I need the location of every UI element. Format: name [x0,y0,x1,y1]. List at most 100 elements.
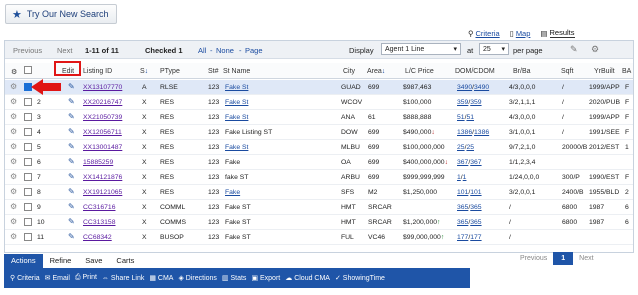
row-menu-gear-icon[interactable]: ⚙ [10,127,17,136]
table-row[interactable]: ⚙✎1XX13107770ARLSE123Fake StGUAD699$987,… [5,80,633,95]
col-yrbuilt[interactable]: YrBuilt [594,68,615,75]
settings-gear-icon[interactable]: ⚙ [591,44,599,55]
row-menu-gear-icon[interactable]: ⚙ [10,82,17,91]
cell-id[interactable]: XX19121065 [83,189,122,196]
cdom-link[interactable]: 367 [470,159,481,166]
dom-link[interactable]: 25 [457,144,465,151]
action-export[interactable]: ▣ Export [251,274,280,282]
dom-link[interactable]: 1386 [457,129,472,136]
tab-map[interactable]: ▯ Map [510,28,531,38]
cdom-link[interactable]: 365 [470,204,481,211]
pager-page-1[interactable]: 1 [553,252,574,265]
row-menu-gear-icon[interactable]: ⚙ [10,232,17,241]
table-row[interactable]: ⚙ ✎ 5 XX13001487 X RES 123 Fake St MLBU 699 $100,0… [5,140,633,155]
pager-previous[interactable]: Previous [520,255,547,262]
table-row[interactable]: ⚙ ✎ 8 XX19121065 X RES 123 Fake SFS M2 $1,250,000 1… [5,185,633,200]
cdom-link[interactable]: 1 [463,174,467,181]
col-sqft[interactable]: Sqft [561,68,573,75]
dom-link[interactable]: 177 [457,234,468,241]
action-cloud-cma[interactable]: ☁ Cloud CMA [285,274,330,282]
col-ptype[interactable]: PType [160,68,180,75]
row-checkbox[interactable] [24,158,32,166]
select-page-link[interactable]: Page [245,46,263,55]
action-directions[interactable]: ◈ Directions [178,274,216,282]
dom-link[interactable]: 359 [457,99,468,106]
row-menu-gear-icon[interactable]: ⚙ [10,157,17,166]
select-all-link[interactable]: All [198,46,206,55]
table-row[interactable]: ⚙ ✎ 4 XX12056711 X RES 123 Fake Listing ST DOW 69… [5,125,633,140]
action-email[interactable]: ✉ Email [45,274,70,282]
col-area[interactable]: Area↓ [367,68,385,75]
row-menu-gear-icon[interactable]: ⚙ [10,202,17,211]
row-checkbox[interactable] [24,233,32,241]
cell-id[interactable]: CC313158 [83,219,116,226]
edit-pencil-icon[interactable]: ✎ [68,97,75,106]
table-row[interactable]: ⚙ ✎ 11 CC68342 X BUSOP 123 Fake ST FUL VC46 $99,00… [5,230,633,245]
table-row[interactable]: ⚙ ✎ 9 CC316716 X COMML 123 Fake ST HMT SRCAR 365/3… [5,200,633,215]
dom-link[interactable]: 3490 [457,84,472,91]
col-city[interactable]: City [343,68,355,75]
edit-pencil-icon[interactable]: ✎ [68,187,75,196]
col-dom[interactable]: DOM/CDOM [455,68,495,75]
row-menu-gear-icon[interactable]: ⚙ [10,217,17,226]
edit-pencil-icon[interactable]: ✎ [68,112,75,121]
action-cma[interactable]: ▦ CMA [149,274,173,282]
tab-actions[interactable]: Actions [4,254,43,268]
cdom-link[interactable]: 177 [470,234,481,241]
action-stats[interactable]: ▥ Stats [222,274,247,282]
table-row[interactable]: ⚙ ✎ 2 XX20216747 X RES 123 Fake St WCOV $100,000 3… [5,95,633,110]
cdom-link[interactable]: 359 [470,99,481,106]
edit-pencil-icon[interactable]: ✎ [68,127,75,136]
row-checkbox[interactable] [24,188,32,196]
cell-id[interactable]: 15885259 [83,159,113,166]
cell-stname[interactable]: Fake St [225,114,248,121]
col-st-no[interactable]: St# [208,68,219,75]
col-listing-id[interactable]: Listing ID [83,68,112,75]
cell-stname[interactable]: Fake [225,189,240,196]
cdom-link[interactable]: 25 [466,144,474,151]
table-row[interactable]: ⚙ ✎ 3 XX21050739 X RES 123 Fake St ANA 61 $888,888… [5,110,633,125]
cdom-link[interactable]: 1386 [474,129,489,136]
table-row[interactable]: ⚙ ✎ 7 XX14121876 X RES 123 fake ST ARBU 699 $999,9… [5,170,633,185]
edit-pencil-icon[interactable]: ✎ [68,157,75,166]
dom-link[interactable]: 365 [457,219,468,226]
action-print[interactable]: ⎙ Print [75,274,97,282]
cell-id[interactable]: CC316716 [83,204,116,211]
tab-refine[interactable]: Refine [43,254,79,268]
per-page-select[interactable]: 25 ▾ [479,43,509,55]
row-checkbox[interactable] [24,173,32,181]
action-criteria[interactable]: ⚲ Criteria [10,274,40,282]
tab-results[interactable]: ▤ Results [540,28,575,38]
row-checkbox[interactable] [24,218,32,226]
tab-criteria[interactable]: ⚲ Criteria [468,28,500,38]
cell-id[interactable]: CC68342 [83,234,112,241]
edit-pencil-icon[interactable]: ✎ [68,232,75,241]
row-menu-gear-icon[interactable]: ⚙ [10,97,17,106]
pager-next[interactable]: Next [579,255,593,262]
cdom-link[interactable]: 3490 [474,84,489,91]
action-share-link[interactable]: ⇔ Share Link [102,275,144,282]
row-menu-gear-icon[interactable]: ⚙ [10,142,17,151]
previous-link[interactable]: Previous [13,46,42,55]
col-lc-price[interactable]: L/C Price [405,68,434,75]
try-new-search-button[interactable]: ★ Try Our New Search [5,4,117,24]
tab-save[interactable]: Save [78,254,109,268]
cdom-link[interactable]: 51 [466,114,474,121]
cell-id[interactable]: XX14121876 [83,174,122,181]
edit-pencil-icon[interactable]: ✎ [570,44,578,55]
row-checkbox[interactable] [24,128,32,136]
cell-stname[interactable]: Fake St [225,84,248,91]
cell-id[interactable]: XX12056711 [83,129,122,136]
edit-pencil-icon[interactable]: ✎ [68,202,75,211]
edit-pencil-icon[interactable]: ✎ [68,217,75,226]
cdom-link[interactable]: 365 [470,219,481,226]
action-showingtime[interactable]: ✓ ShowingTime [335,274,385,282]
dom-link[interactable]: 51 [457,114,465,121]
table-row[interactable]: ⚙ ✎ 10 CC313158 X COMMS 123 Fake ST HMT SRCAR $1,2… [5,215,633,230]
edit-pencil-icon[interactable]: ✎ [68,142,75,151]
col-br-ba[interactable]: Br/Ba [513,68,531,75]
edit-pencil-icon[interactable]: ✎ [68,82,75,91]
row-menu-gear-icon[interactable]: ⚙ [10,112,17,121]
dom-link[interactable]: 101 [457,189,468,196]
cell-id[interactable]: XX13001487 [83,144,122,151]
